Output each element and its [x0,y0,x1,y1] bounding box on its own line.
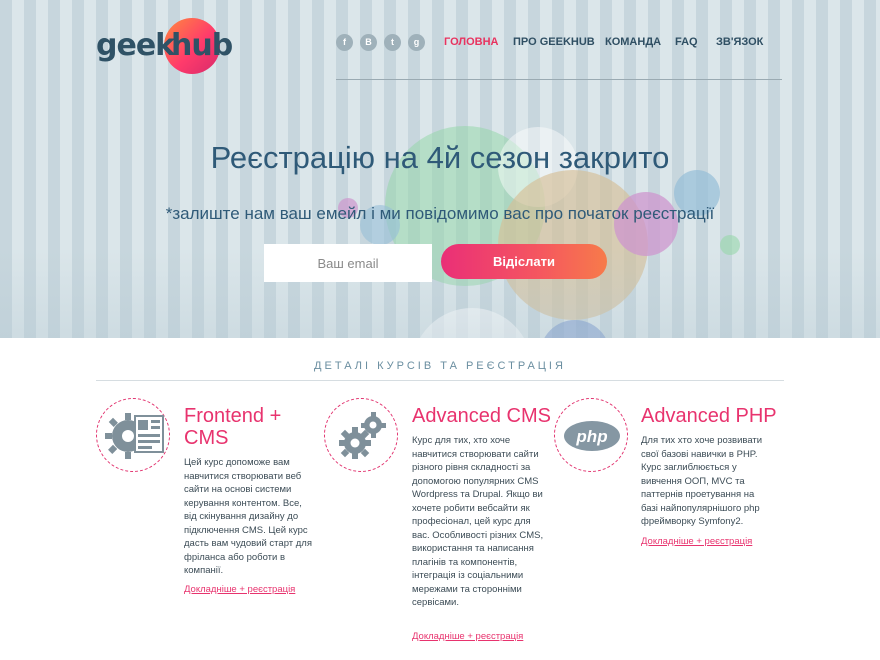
decor-bubble [412,308,532,338]
vk-icon[interactable]: B [360,34,377,51]
course-details-link[interactable]: Докладніше + реєстрація [641,536,752,547]
submit-button[interactable]: Відіслати [441,244,607,279]
course-title: Frontend + CMS [184,405,282,449]
decor-bubble [540,320,610,338]
course-description: Для тих хто хоче розвивати свої базові н… [641,435,763,527]
hero-subtitle: *залиште нам ваш емейл і ми повідомимо в… [165,204,715,223]
nav-item-faq[interactable]: FAQ [675,36,698,48]
logo-text-geek: geek [96,28,175,63]
nav-divider [336,79,782,80]
section-divider [96,380,784,381]
logo-text-hub: hub [171,28,233,63]
nav-item-home[interactable]: Головна [444,36,498,48]
course-details-link[interactable]: Докладніше + реєстрація [184,584,295,595]
twitter-icon[interactable]: t [384,34,401,51]
course-title: Advanced PHP [641,405,777,427]
logo[interactable]: geek hub [96,18,233,74]
nav-item-team[interactable]: Команда [605,36,661,48]
svg-text:php: php [575,427,607,446]
course-details-link[interactable]: Докладніше + реєстрація [412,631,523,642]
frontend-cms-icon [96,398,170,472]
course-description: Курс для тих, хто хоче навчитися створюв… [412,435,544,608]
php-icon: php [554,398,628,472]
nav-item-contact[interactable]: Зв'язок [716,36,763,48]
section-title: Деталі курсів та реєстрація [314,360,566,372]
nav-item-about[interactable]: Про GeekHub [513,36,595,48]
decor-bubble [720,235,740,255]
google-plus-icon[interactable]: g [408,34,425,51]
facebook-icon[interactable]: f [336,34,353,51]
email-input[interactable] [264,244,432,282]
course-description: Цей курс допоможе вам навчитися створюва… [184,457,312,576]
hero-title: Реєстрацію на 4й сезон закрито [210,140,670,175]
course-title: Advanced CMS [412,405,551,427]
decor-bubble [614,192,678,256]
gears-icon [324,398,398,472]
